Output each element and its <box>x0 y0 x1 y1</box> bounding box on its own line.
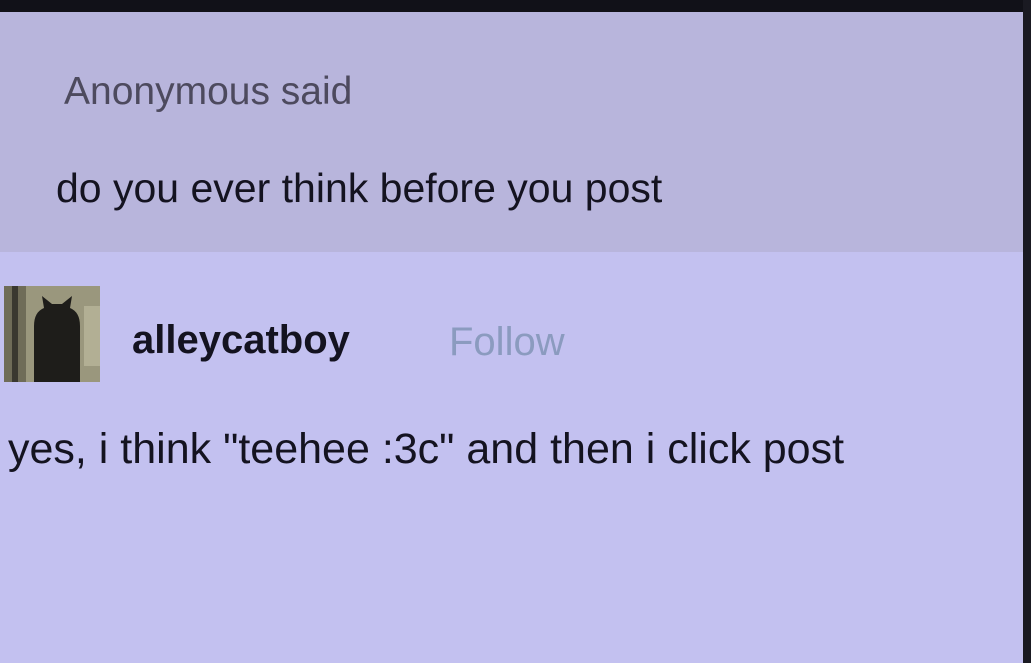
answer-text: yes, i think "teehee :3c" and then i cli… <box>8 425 845 473</box>
follow-button[interactable]: Follow <box>449 320 565 365</box>
right-edge-bar <box>1023 0 1031 663</box>
blog-username[interactable]: alleycatboy <box>132 318 350 363</box>
ask-box <box>0 12 1023 252</box>
ask-question: do you ever think before you post <box>56 165 663 211</box>
tumblr-post-screenshot: Anonymous said do you ever think before … <box>0 0 1031 663</box>
cat-avatar-icon[interactable] <box>4 286 100 382</box>
top-edge-bar <box>0 0 1031 12</box>
asker-label: Anonymous said <box>64 70 353 113</box>
